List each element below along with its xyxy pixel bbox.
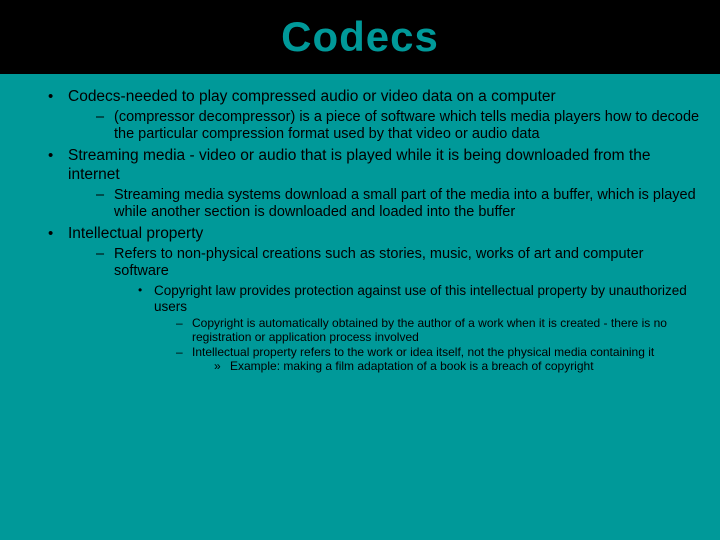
title-band: Codecs xyxy=(0,0,720,74)
slide-content: Codecs-needed to play compressed audio o… xyxy=(0,74,720,388)
bullet-streaming: Streaming media - video or audio that is… xyxy=(48,147,700,221)
bullet-text: Copyright law provides protection agains… xyxy=(154,283,687,314)
bullet-text: Refers to non-physical creations such as… xyxy=(114,246,643,279)
bullet-codecs: Codecs-needed to play compressed audio o… xyxy=(48,88,700,143)
list-item: Streaming media systems download a small… xyxy=(96,187,700,222)
slide-title: Codecs xyxy=(281,13,439,61)
list-item: Intellectual property refers to the work… xyxy=(176,346,700,375)
list-item: Copyright law provides protection agains… xyxy=(138,283,700,375)
bullet-text: Intellectual property xyxy=(68,225,203,242)
list-item: Example: making a film adaptation of a b… xyxy=(214,360,700,374)
bullet-text: Streaming media - video or audio that is… xyxy=(68,147,650,183)
bullet-text: Streaming media systems download a small… xyxy=(114,187,696,220)
list-item: (compressor decompressor) is a piece of … xyxy=(96,109,700,144)
bullet-text: Codecs-needed to play compressed audio o… xyxy=(68,88,556,105)
list-item: Refers to non-physical creations such as… xyxy=(96,246,700,374)
bullet-text: Copyright is automatically obtained by t… xyxy=(192,316,667,344)
bullet-text: Example: making a film adaptation of a b… xyxy=(230,359,594,373)
list-item: Copyright is automatically obtained by t… xyxy=(176,317,700,345)
bullet-text: Intellectual property refers to the work… xyxy=(192,345,654,359)
bullet-ip: Intellectual property Refers to non-phys… xyxy=(48,225,700,374)
bullet-text: (compressor decompressor) is a piece of … xyxy=(114,109,699,142)
